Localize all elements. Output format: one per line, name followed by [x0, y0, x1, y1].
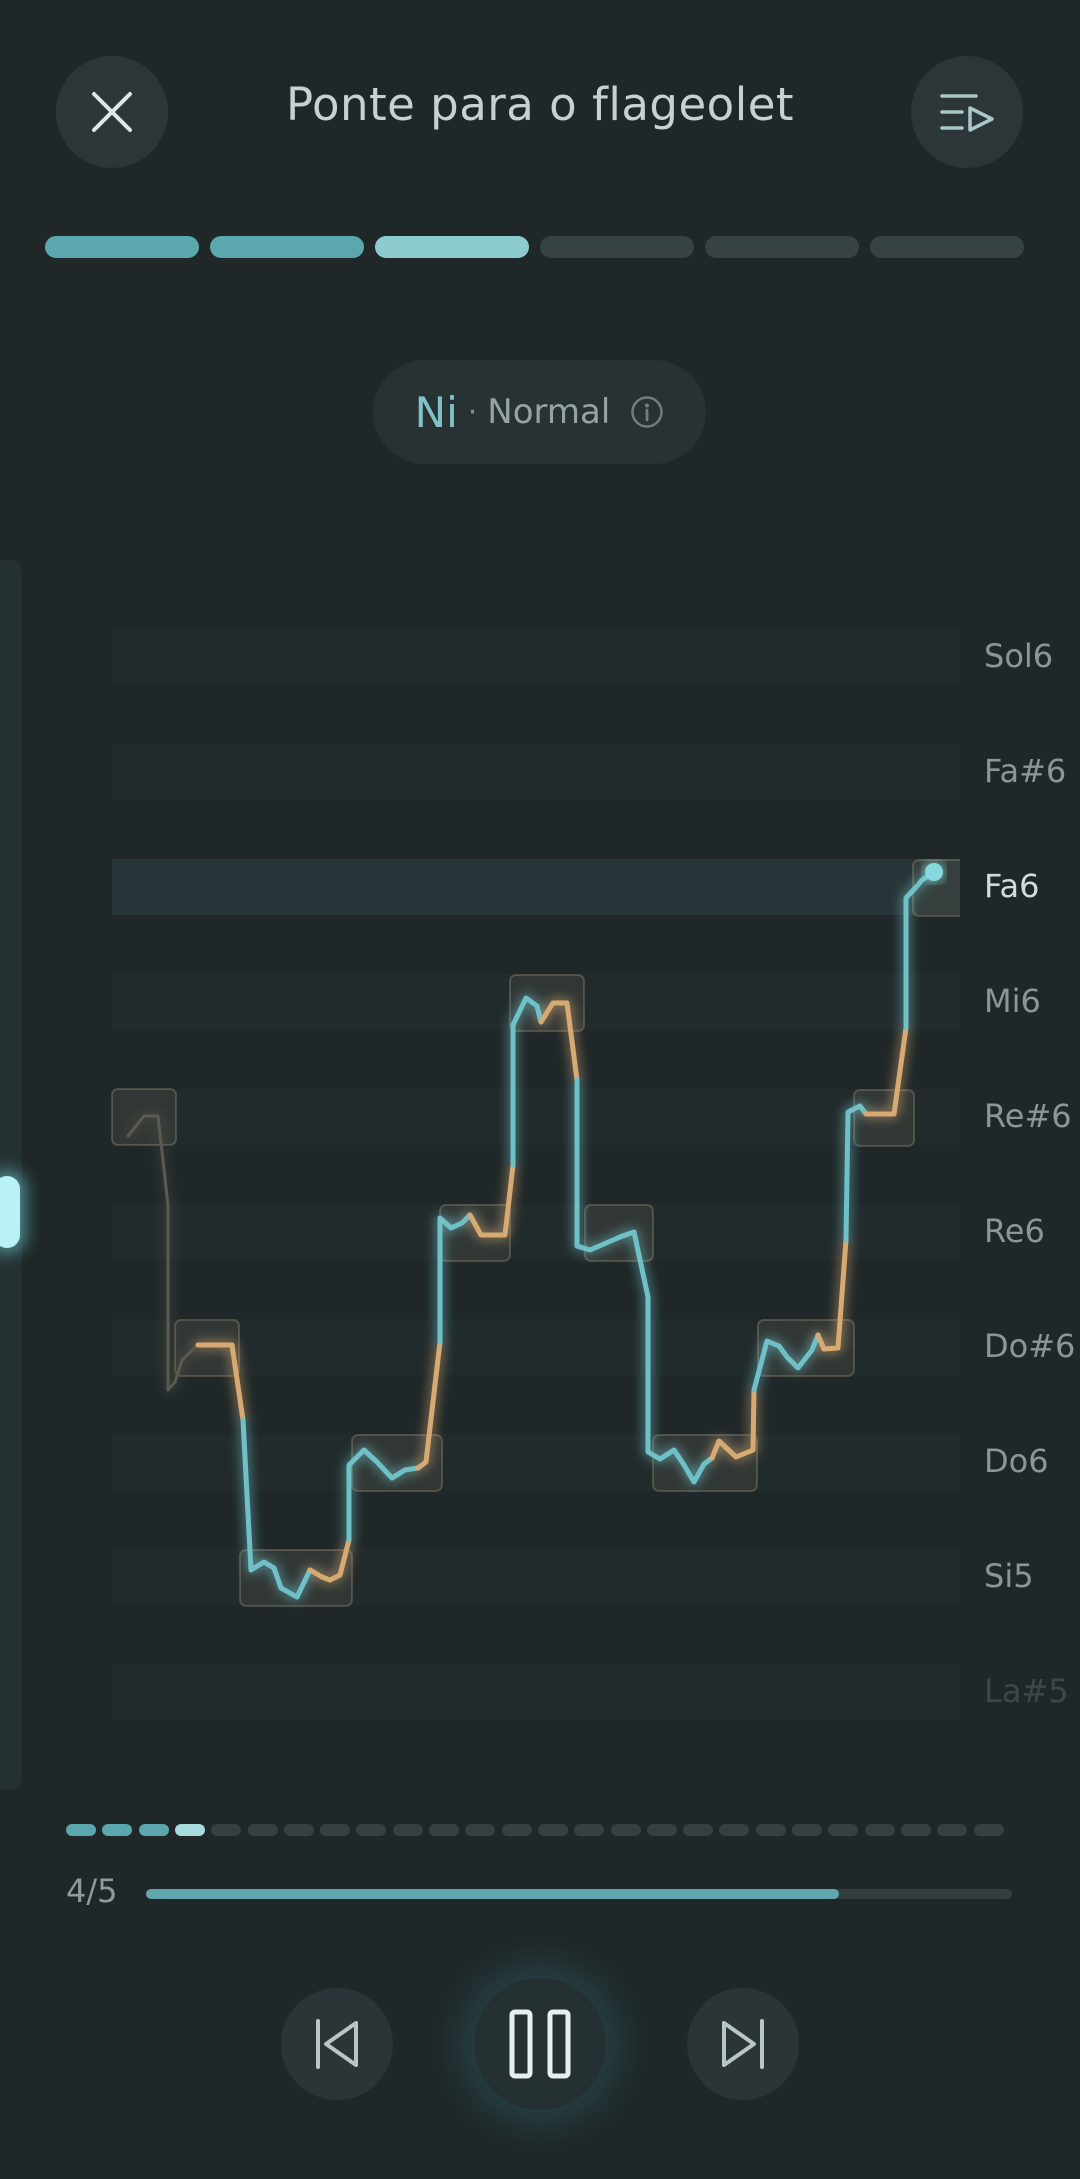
phrase-segment: [574, 1824, 605, 1836]
phrase-segment: [973, 1824, 1004, 1836]
phrase-segment: [937, 1824, 968, 1836]
playlist-play-icon: [940, 94, 994, 132]
phrase-segment: [501, 1824, 532, 1836]
phrase-segment: [66, 1824, 96, 1836]
take-counter: 4/5: [66, 1872, 118, 1910]
note-lane: [112, 859, 960, 915]
queue-button[interactable]: [911, 56, 1023, 168]
note-lane: [112, 1089, 960, 1145]
target-note-box: [853, 1089, 915, 1147]
phrase-segment: [247, 1824, 278, 1836]
note-label: Fa6: [984, 867, 1040, 905]
previous-button[interactable]: [281, 1988, 393, 2100]
note-lane: [112, 1204, 960, 1260]
phrase-segment: [465, 1824, 496, 1836]
phrase-segment: [429, 1824, 459, 1836]
close-icon: [92, 92, 132, 132]
target-note-box: [584, 1204, 654, 1262]
note-lane: [112, 629, 960, 685]
step-segment: [45, 236, 199, 258]
step-progress: [45, 236, 1035, 258]
info-icon[interactable]: [630, 395, 664, 429]
skip-next-icon: [722, 2019, 764, 2069]
note-label: La#5: [984, 1672, 1069, 1710]
phrase-segment: [719, 1824, 750, 1836]
phrase-segment: [755, 1824, 786, 1836]
step-segment: [705, 236, 859, 258]
pause-button[interactable]: [474, 1978, 606, 2110]
phrase-segment: [792, 1824, 822, 1836]
phrase-segment: [537, 1824, 568, 1836]
phrase-segment: [392, 1824, 423, 1836]
note-label: Re6: [984, 1212, 1045, 1250]
note-label: Re#6: [984, 1097, 1072, 1135]
target-note-box: [174, 1319, 240, 1377]
playback-progress-fill: [146, 1889, 839, 1899]
pitch-cursor: [925, 863, 943, 881]
phrase-segment: [828, 1824, 859, 1836]
phrase-segment: [283, 1824, 314, 1836]
phrase-segment: [138, 1824, 169, 1836]
phrase-segment: [320, 1824, 351, 1836]
phrase-segment: [610, 1824, 641, 1836]
note-label: Fa#6: [984, 752, 1067, 790]
technique-pill[interactable]: Ni · Normal: [373, 360, 706, 464]
skip-previous-icon: [316, 2019, 358, 2069]
separator: ·: [467, 394, 478, 430]
note-label: Mi6: [984, 982, 1041, 1020]
note-lane: [112, 1434, 960, 1490]
note-lane: [112, 744, 960, 800]
technique-mode: Normal: [487, 392, 611, 432]
phrase-segment: [356, 1824, 387, 1836]
note-label: Sol6: [984, 637, 1054, 675]
note-lane: [112, 1664, 960, 1720]
step-segment: [870, 236, 1024, 258]
close-button[interactable]: [56, 56, 168, 168]
phrase-segment: [900, 1824, 931, 1836]
phrase-segment: [864, 1824, 895, 1836]
note-label: Do#6: [984, 1327, 1076, 1365]
phrase-segment: [102, 1824, 133, 1836]
step-segment: [375, 236, 529, 258]
note-label: Do6: [984, 1442, 1049, 1480]
exercise-title: Ponte para o flageolet: [285, 78, 795, 131]
step-segment: [540, 236, 694, 258]
playback-progress[interactable]: [146, 1889, 1012, 1899]
phrase-segment: [683, 1824, 714, 1836]
technique-name: Ni: [414, 387, 458, 437]
next-button[interactable]: [687, 1988, 799, 2100]
step-segment: [210, 236, 364, 258]
phrase-segment: [174, 1824, 205, 1836]
phrase-segment: [211, 1824, 242, 1836]
note-label: Si5: [984, 1557, 1034, 1595]
phrase-segment: [646, 1824, 677, 1836]
pitch-chart: [111, 629, 960, 1720]
pause-icon: [509, 2009, 571, 2079]
phrase-progress: [66, 1824, 1012, 1836]
